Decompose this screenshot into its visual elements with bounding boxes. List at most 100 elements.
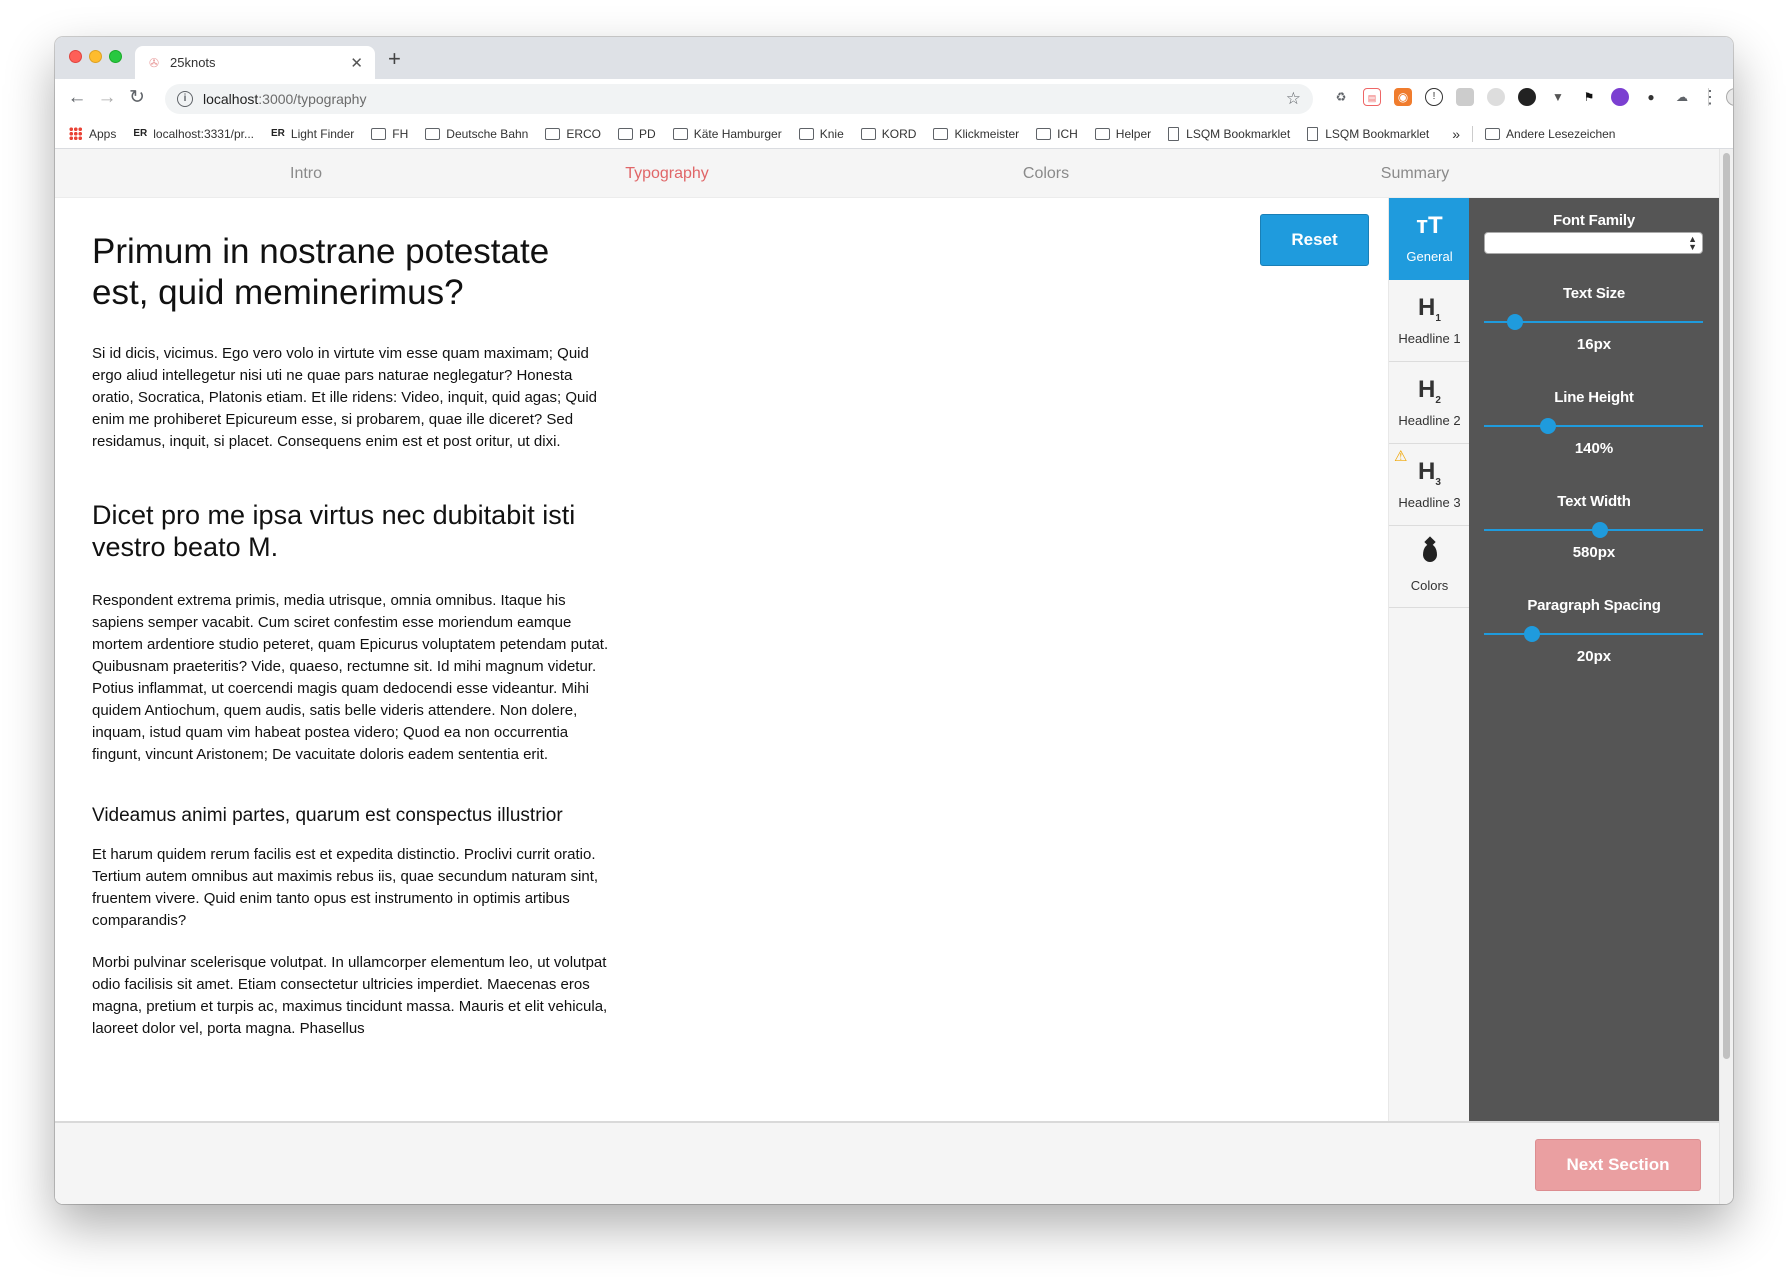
folder-icon xyxy=(1094,127,1110,140)
bookmark-item[interactable]: ER Light Finder xyxy=(271,127,354,141)
slider-handle[interactable] xyxy=(1524,626,1541,642)
tab-headline-2[interactable]: H2 Headline 2 xyxy=(1389,362,1470,444)
cloud-extension-icon[interactable]: ☁ xyxy=(1673,88,1691,106)
new-tab-button[interactable]: + xyxy=(388,48,401,70)
recycle-extension-icon[interactable]: ♻ xyxy=(1332,88,1350,106)
tab-label: Headline 2 xyxy=(1398,413,1461,428)
bookmark-item[interactable]: ERCO xyxy=(545,127,601,141)
preview-paragraph: Et harum quidem rerum facilis est et exp… xyxy=(92,846,599,929)
tab-label: Headline 1 xyxy=(1398,331,1461,346)
bookmark-item[interactable]: LSQM Bookmarklet xyxy=(1168,126,1290,141)
bookmark-label: Käte Hamburger xyxy=(693,126,782,141)
browser-tab[interactable]: ✇ 25knots ✕ xyxy=(135,46,375,79)
dark-circle-extension-icon[interactable] xyxy=(1518,88,1536,106)
bookmark-item[interactable]: LSQM Bookmarklet xyxy=(1307,126,1429,141)
browser-menu-icon[interactable]: ⋮ xyxy=(1701,87,1719,108)
tab-label: Colors xyxy=(1410,578,1449,593)
section-nav-colors[interactable]: Colors xyxy=(1023,165,1069,183)
line-height-slider[interactable] xyxy=(1484,418,1703,434)
text-size-icon: тT xyxy=(1416,212,1443,239)
preview-paragraph: Respondent extrema primis, media utrisqu… xyxy=(92,592,609,763)
minimize-window-button[interactable] xyxy=(89,50,102,63)
section-nav-intro[interactable]: Intro xyxy=(290,165,322,183)
close-window-button[interactable] xyxy=(69,50,82,63)
info-extension-icon[interactable]: ! xyxy=(1425,88,1443,106)
tab-headline-3[interactable]: ⚠ H3 Headline 3 xyxy=(1389,444,1470,526)
bookmark-label: Deutsche Bahn xyxy=(446,126,529,141)
site-info-icon[interactable]: i xyxy=(177,91,193,107)
section-nav: Intro Typography Colors Summary xyxy=(55,149,1719,198)
slider-track xyxy=(1484,425,1703,427)
tab-general[interactable]: тT General xyxy=(1389,198,1470,280)
bookmark-item[interactable]: Helper xyxy=(1094,127,1151,141)
folder-icon xyxy=(933,127,949,140)
bookmark-label: Andere Lesezeichen xyxy=(1506,126,1616,141)
bookmark-item[interactable]: Käte Hamburger xyxy=(672,126,782,141)
line-height-value: 140% xyxy=(1574,440,1614,457)
other-bookmarks-folder[interactable]: Andere Lesezeichen xyxy=(1485,127,1615,141)
bookmark-label: Klickmeister xyxy=(954,126,1020,141)
drop-extension-icon[interactable]: ● xyxy=(1642,88,1660,106)
vue-extension-icon[interactable]: ▼ xyxy=(1549,88,1567,106)
bookmark-item[interactable]: ER localhost:3331/pr... xyxy=(133,127,254,141)
address-bar[interactable]: i localhost:3000/typography ☆ xyxy=(165,84,1313,114)
folder-icon xyxy=(1036,127,1052,140)
profile-avatar[interactable] xyxy=(1726,88,1733,106)
extensions-row: ♻ ▤ ◉ ! ▼ ⚑ ● ☁ xyxy=(1332,88,1733,106)
tab-colors[interactable]: Colors xyxy=(1389,526,1470,608)
select-arrows-icon: ▲ ▼ xyxy=(1688,234,1697,252)
purple-extension-icon[interactable] xyxy=(1611,88,1629,106)
grey-extension-icon[interactable] xyxy=(1456,88,1474,106)
font-family-select[interactable]: ▲ ▼ xyxy=(1484,232,1703,254)
tab-headline-1[interactable]: H1 Headline 1 xyxy=(1389,280,1470,362)
paragraph-spacing-slider[interactable] xyxy=(1484,626,1703,642)
settings-tabs: тT General H1 Headline 1 H2 Headline 2 ⚠ H3 Head… xyxy=(1388,198,1470,1121)
next-section-button[interactable]: Next Section xyxy=(1535,1139,1701,1191)
bookmark-label: Light Finder xyxy=(290,126,355,141)
bookmark-item[interactable]: FH xyxy=(371,127,408,141)
maximize-window-button[interactable] xyxy=(109,50,122,63)
heading-2-icon: H2 xyxy=(1418,376,1441,406)
paragraph-spacing-value: 20px xyxy=(1576,648,1612,665)
close-tab-icon[interactable]: ✕ xyxy=(350,54,363,72)
reload-icon[interactable]: ↻ xyxy=(125,86,149,110)
bookmark-item[interactable]: ICH xyxy=(1036,127,1078,141)
preview-headline-1: Primum in nostrane potestate est, quid m… xyxy=(92,232,550,312)
scrollbar-thumb[interactable] xyxy=(1723,153,1730,1059)
more-bookmarks-button[interactable]: » xyxy=(1452,126,1460,142)
back-icon[interactable]: ← xyxy=(65,86,89,110)
text-size-slider[interactable] xyxy=(1484,314,1703,330)
text-width-slider[interactable] xyxy=(1484,522,1703,538)
bookmark-star-icon[interactable]: ☆ xyxy=(1286,89,1301,109)
er-icon: ER xyxy=(133,127,148,139)
slider-handle[interactable] xyxy=(1539,418,1556,434)
line-height-label: Line Height xyxy=(1554,389,1634,406)
bookmark-item[interactable]: PD xyxy=(618,127,656,141)
preview-headline-3: Videamus animi partes, quarum est conspe… xyxy=(92,805,563,826)
section-nav-typography[interactable]: Typography xyxy=(625,165,709,183)
circle-extension-icon[interactable] xyxy=(1487,88,1505,106)
figure-extension-icon[interactable]: ⚑ xyxy=(1580,88,1598,106)
orange-extension-icon[interactable]: ◉ xyxy=(1394,88,1412,106)
tab-strip: ✇ 25knots ✕ + xyxy=(55,37,1733,79)
bookmark-item[interactable]: KORD xyxy=(860,126,917,141)
slider-handle[interactable] xyxy=(1506,314,1523,330)
slider-handle[interactable] xyxy=(1592,522,1609,538)
page-scrollbar[interactable] xyxy=(1719,149,1733,1204)
folder-icon xyxy=(618,127,634,140)
bookmark-label: Knie xyxy=(819,126,844,141)
folder-icon xyxy=(860,127,876,140)
folder-icon xyxy=(798,127,814,140)
slider-track xyxy=(1484,633,1703,635)
reset-button[interactable]: Reset xyxy=(1260,214,1369,266)
bookmark-item[interactable]: Knie xyxy=(798,126,844,141)
bookmark-item[interactable]: Apps xyxy=(69,127,116,141)
calendar-extension-icon[interactable]: ▤ xyxy=(1363,88,1381,106)
forward-icon[interactable]: → xyxy=(95,86,119,110)
bookmark-item[interactable]: Deutsche Bahn xyxy=(425,127,528,141)
bookmark-label: KORD xyxy=(881,126,917,141)
bookmark-item[interactable]: Klickmeister xyxy=(933,127,1019,141)
section-nav-summary[interactable]: Summary xyxy=(1381,165,1449,183)
er-icon: ER xyxy=(271,127,285,139)
favicon-icon: ✇ xyxy=(148,55,160,70)
